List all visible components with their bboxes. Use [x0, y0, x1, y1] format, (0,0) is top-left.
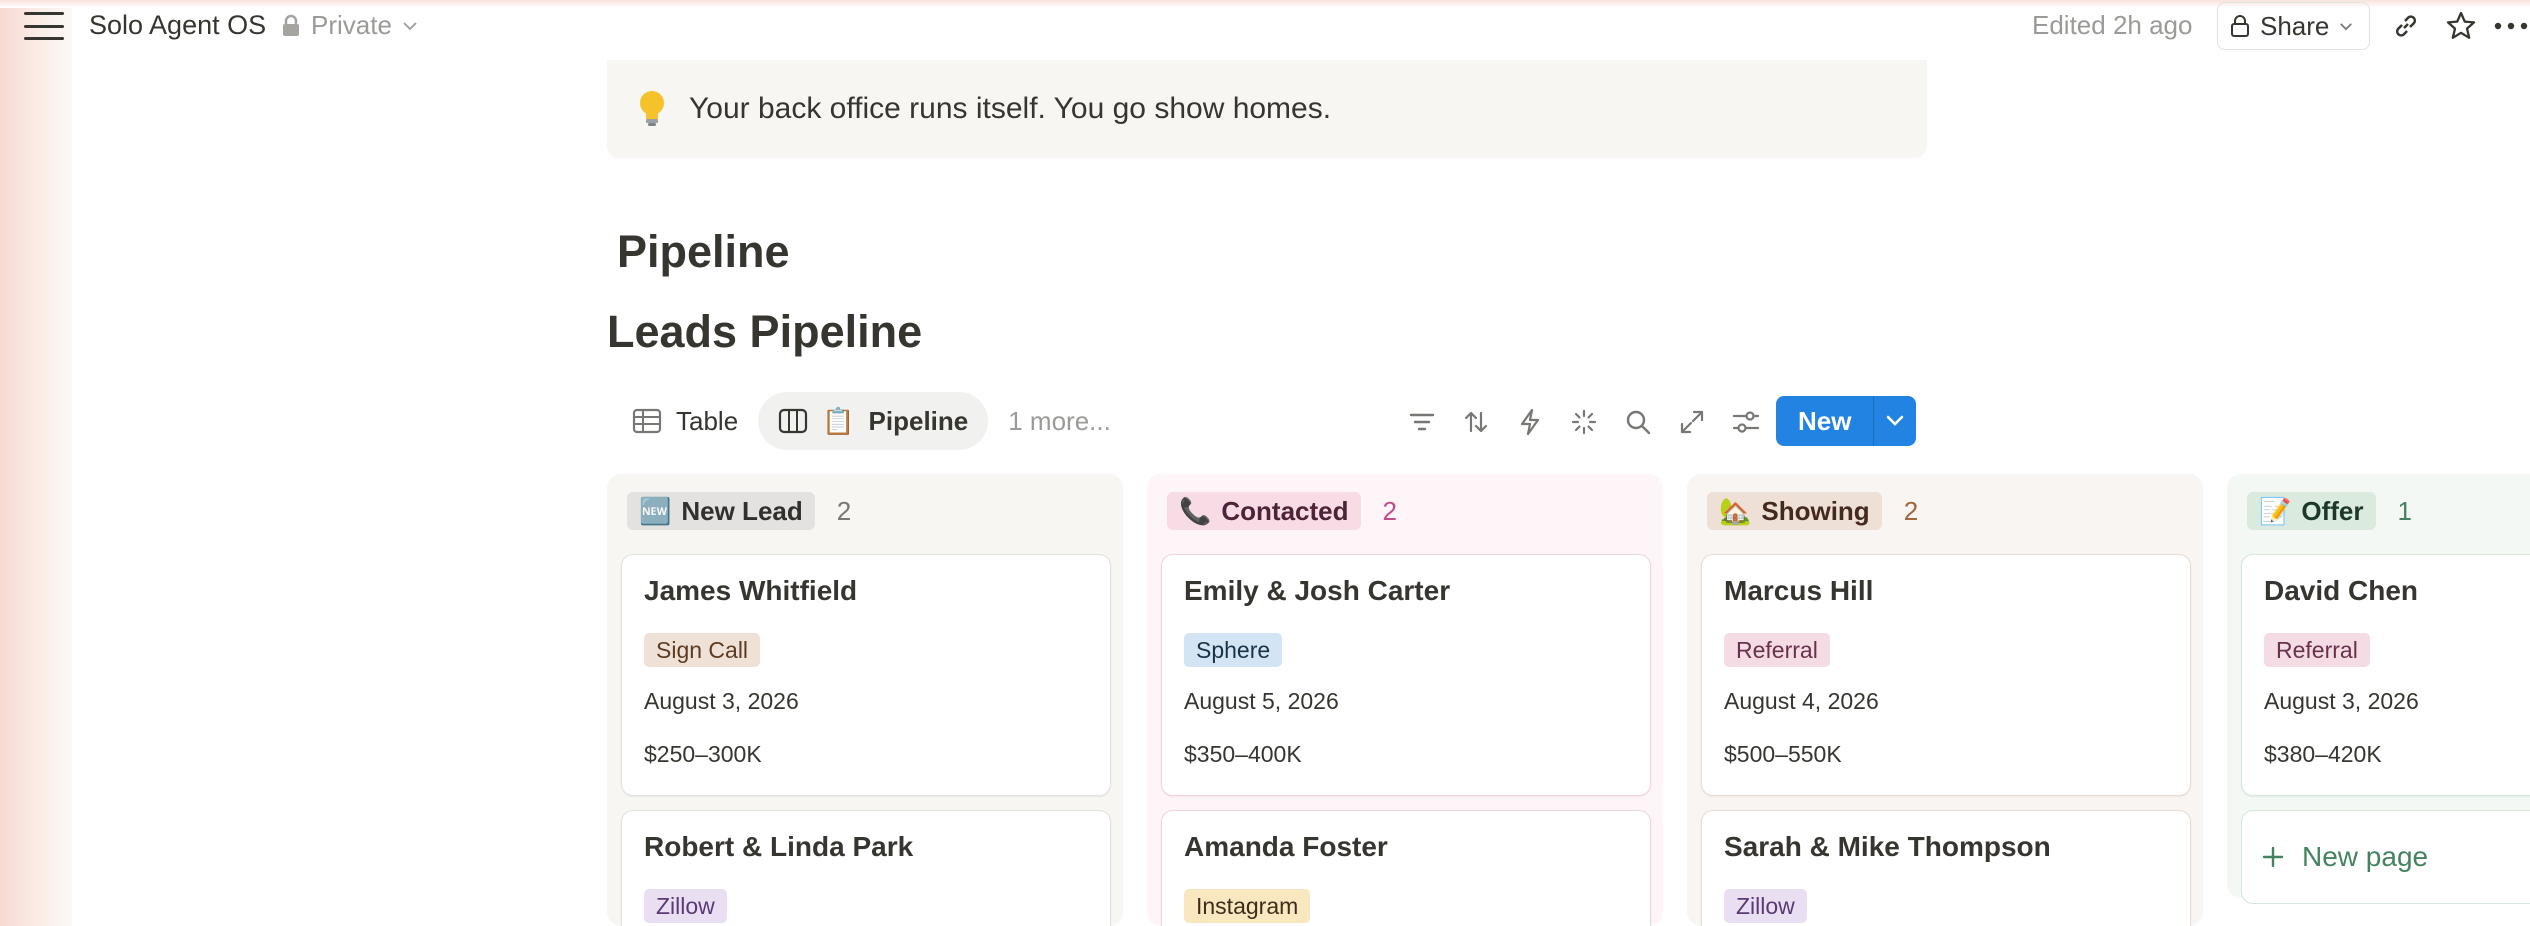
board-column-showing: 🏡 Showing 2 Marcus Hill Referral August …: [1687, 474, 2203, 926]
card-title: David Chen: [2264, 575, 2419, 606]
card-date: August 3, 2026: [2264, 688, 2419, 714]
favorite-star-icon[interactable]: [2441, 6, 2481, 46]
sort-icon[interactable]: [1456, 402, 1496, 442]
status-tag: 🆕 New Lead: [627, 492, 815, 530]
lock-icon: [283, 14, 299, 36]
card-price-range: $380–420K: [2264, 741, 2382, 767]
tab-pipeline-label: Pipeline: [868, 405, 969, 436]
column-count: 2: [1903, 495, 1919, 526]
tab-pipeline[interactable]: 📋 Pipeline: [758, 392, 989, 450]
lead-source-tag: Sign Call: [644, 633, 761, 667]
expand-icon[interactable]: [1672, 402, 1712, 442]
lead-card[interactable]: Sarah & Mike Thompson Zillow: [1701, 810, 2191, 926]
database-title[interactable]: Leads Pipeline: [607, 306, 922, 358]
share-button[interactable]: Share: [2217, 2, 2371, 50]
board-column-contacted: 📞 Contacted 2 Emily & Josh Carter Sphere…: [1147, 474, 1663, 926]
new-badge-icon: 🆕: [639, 495, 672, 526]
card-price-range: $500–550K: [1724, 741, 1842, 767]
settings-icon[interactable]: [1726, 402, 1766, 442]
window-frame-left: [0, 0, 72, 926]
new-page-button[interactable]: New page: [2241, 810, 2530, 904]
board-column-offer: 📝 Offer 1 David Chen Referral August 3, …: [2227, 474, 2530, 904]
automation-icon[interactable]: [1510, 402, 1550, 442]
chevron-down-icon: [403, 21, 417, 30]
new-entry-button-group: New: [1776, 396, 1917, 446]
card-title: Sarah & Mike Thompson: [1724, 831, 2051, 862]
more-options-icon[interactable]: [2493, 6, 2529, 46]
section-heading: Pipeline: [617, 226, 790, 277]
view-tabs: Table 📋 Pipeline 1 more...: [612, 392, 1111, 450]
column-header[interactable]: 🏡 Showing 2: [1707, 492, 1918, 530]
memo-icon: 📝: [2259, 495, 2292, 526]
column-count: 2: [1382, 495, 1397, 526]
card-title: Robert & Linda Park: [644, 831, 914, 862]
lead-source-tag: Referral: [1724, 633, 1830, 667]
board-icon: [779, 408, 808, 434]
column-header[interactable]: 📝 Offer 1: [2247, 492, 2412, 530]
copy-link-icon[interactable]: [2386, 6, 2426, 46]
privacy-toggle[interactable]: Private: [281, 10, 418, 41]
clipboard-icon: 📋: [822, 405, 855, 436]
status-label: Showing: [1761, 495, 1870, 526]
status-tag: 📞 Contacted: [1167, 492, 1361, 530]
status-tag: 🏡 Showing: [1707, 492, 1882, 530]
privacy-label: Private: [311, 10, 392, 40]
table-icon: [632, 408, 662, 434]
column-header[interactable]: 📞 Contacted 2: [1167, 492, 1397, 530]
new-page-label: New page: [2302, 841, 2429, 872]
top-bar: Solo Agent OS Private Edited 2h ago Shar…: [0, 0, 2530, 52]
more-views-link[interactable]: 1 more...: [988, 406, 1111, 437]
phone-icon: 📞: [1179, 495, 1212, 526]
sidebar-menu-icon[interactable]: [24, 12, 64, 40]
new-dropdown-chevron-icon[interactable]: [1873, 396, 1917, 446]
card-title: James Whitfield: [644, 575, 858, 606]
column-count: 1: [2397, 495, 2412, 526]
status-label: Offer: [2301, 495, 2364, 526]
status-label: New Lead: [681, 495, 803, 526]
lead-source-tag: Sphere: [1184, 633, 1283, 667]
card-title: Amanda Foster: [1184, 831, 1388, 862]
lightbulb-icon: [637, 89, 667, 129]
tab-table-label: Table: [676, 405, 739, 436]
card-price-range: $350–400K: [1184, 741, 1302, 767]
ai-sparkle-icon[interactable]: [1564, 402, 1604, 442]
lead-source-tag: Zillow: [1724, 889, 1807, 923]
status-label: Contacted: [1221, 495, 1349, 526]
lead-card[interactable]: Emily & Josh Carter Sphere August 5, 202…: [1161, 554, 1651, 796]
status-tag: 📝 Offer: [2247, 492, 2376, 530]
search-icon[interactable]: [1618, 402, 1658, 442]
filter-icon[interactable]: [1402, 402, 1442, 442]
column-header[interactable]: 🆕 New Lead 2: [627, 492, 851, 530]
chevron-down-icon: [2340, 22, 2353, 30]
lead-source-tag: Instagram: [1184, 889, 1311, 923]
card-title: Emily & Josh Carter: [1184, 575, 1451, 606]
database-toolbar: [1402, 396, 1766, 448]
callout-block: Your back office runs itself. You go sho…: [607, 60, 1927, 158]
callout-text: Your back office runs itself. You go sho…: [689, 92, 1332, 125]
edited-timestamp: Edited 2h ago: [2032, 10, 2193, 40]
column-count: 2: [836, 495, 852, 526]
card-date: August 4, 2026: [1724, 688, 1879, 714]
page-breadcrumb-title[interactable]: Solo Agent OS: [89, 10, 266, 41]
lead-source-tag: Zillow: [644, 889, 727, 923]
card-price-range: $250–300K: [644, 741, 762, 767]
card-title: Marcus Hill: [1724, 575, 1874, 606]
kanban-board: 🆕 New Lead 2 James Whitfield Sign Call A…: [607, 474, 2530, 926]
lead-card[interactable]: Marcus Hill Referral August 4, 2026 $500…: [1701, 554, 2191, 796]
lead-card[interactable]: Amanda Foster Instagram: [1161, 810, 1651, 926]
lead-card[interactable]: James Whitfield Sign Call August 3, 2026…: [621, 554, 1111, 796]
new-button[interactable]: New: [1776, 396, 1874, 446]
lead-source-tag: Referral: [2264, 633, 2370, 667]
card-date: August 3, 2026: [644, 688, 799, 714]
board-column-new-lead: 🆕 New Lead 2 James Whitfield Sign Call A…: [607, 474, 1123, 926]
card-date: August 5, 2026: [1184, 688, 1339, 714]
share-label: Share: [2260, 10, 2330, 41]
plus-icon: [2262, 846, 2284, 868]
lead-card[interactable]: Robert & Linda Park Zillow: [621, 810, 1111, 926]
lock-icon: [2231, 15, 2249, 37]
tab-table[interactable]: Table: [612, 392, 758, 450]
house-icon: 🏡: [1719, 495, 1752, 526]
lead-card[interactable]: David Chen Referral August 3, 2026 $380–…: [2241, 554, 2530, 796]
